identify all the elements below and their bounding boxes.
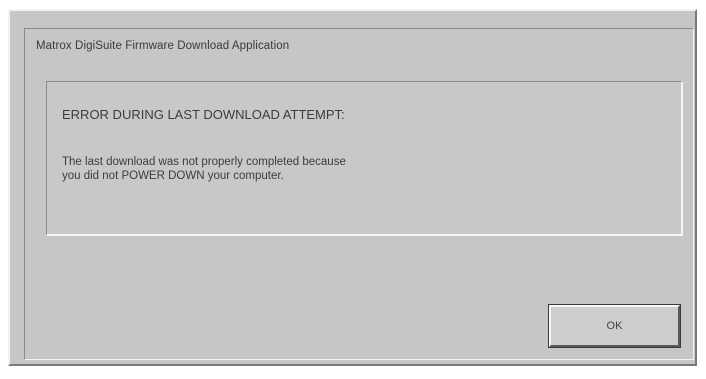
dialog-title: Matrox DigiSuite Firmware Download Appli… [36, 40, 290, 52]
error-message: The last download was not properly compl… [62, 155, 346, 183]
error-heading: ERROR DURING LAST DOWNLOAD ATTEMPT: [62, 107, 345, 122]
message-panel: ERROR DURING LAST DOWNLOAD ATTEMPT: The … [46, 81, 683, 236]
ok-button[interactable]: OK [548, 304, 681, 348]
error-message-line-1: The last download was not properly compl… [62, 156, 346, 168]
error-message-line-2: you did not POWER DOWN your computer. [62, 170, 284, 182]
